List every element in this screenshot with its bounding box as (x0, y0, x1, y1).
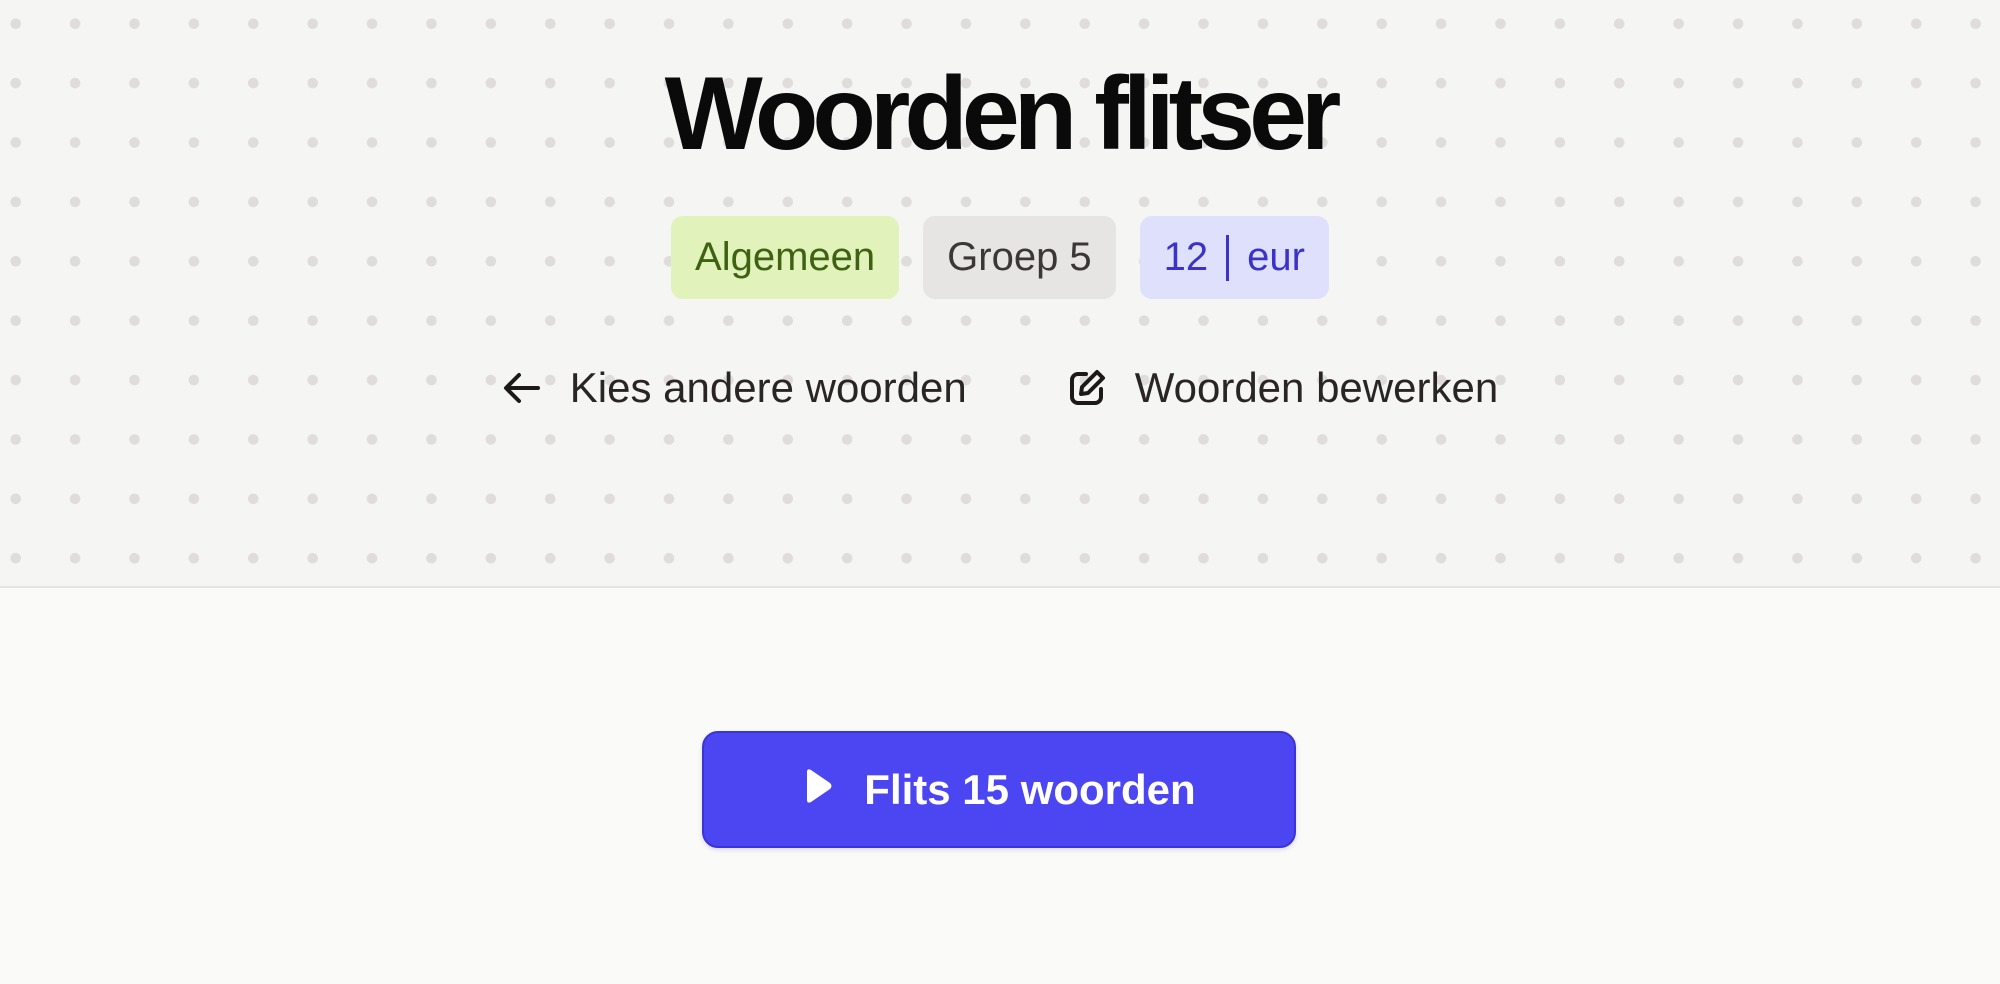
edit-words-link[interactable]: Woorden bewerken (1067, 364, 1498, 412)
play-icon (802, 766, 834, 814)
edit-words-label: Woorden bewerken (1134, 364, 1499, 411)
arrow-left-icon (502, 370, 542, 406)
word-list-badge: 12 eur (1139, 216, 1329, 299)
group-badge: Groep 5 (923, 216, 1116, 299)
flash-words-label: Flits 15 woorden (864, 765, 1196, 813)
page-header: Woorden flitser Algemeen Groep 5 12 eur … (0, 0, 2000, 588)
choose-other-words-link[interactable]: Kies andere woorden (502, 364, 967, 412)
badge-row: Algemeen Groep 5 12 eur (0, 216, 2000, 299)
word-list-number: 12 (1163, 235, 1209, 279)
header-nav: Kies andere woorden Woorden bewerken (0, 364, 2000, 412)
badge-divider (1226, 234, 1230, 281)
word-list-name: eur (1247, 235, 1305, 279)
choose-other-words-label: Kies andere woorden (569, 364, 967, 411)
page-title: Woorden flitser (664, 56, 1342, 172)
edit-icon (1067, 368, 1107, 408)
group-badge-label: Groep 5 (947, 235, 1092, 279)
subject-badge-label: Algemeen (695, 235, 876, 279)
flash-words-button[interactable]: Flits 15 woorden (702, 731, 1296, 848)
subject-badge: Algemeen (671, 216, 900, 299)
